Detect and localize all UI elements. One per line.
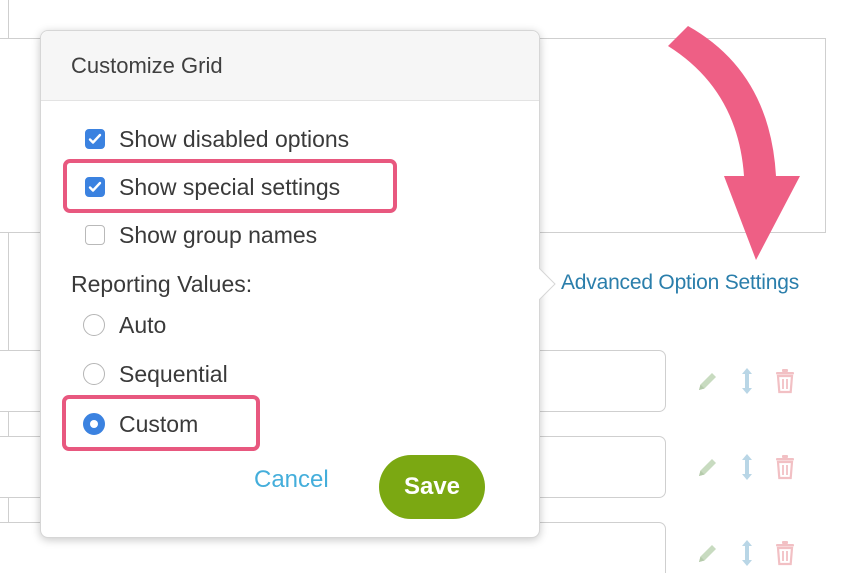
reorder-icon[interactable] (740, 366, 754, 396)
radio-custom-row[interactable]: Custom (83, 409, 198, 439)
checkbox-show-special-settings[interactable] (85, 177, 105, 197)
pencil-icon[interactable] (696, 455, 720, 479)
radio-label: Custom (119, 410, 199, 437)
checkbox-show-group-names[interactable] (85, 225, 105, 245)
checkbox-label: Show special settings (119, 173, 341, 200)
show-disabled-options-row[interactable]: Show disabled options (85, 124, 349, 154)
radio-sequential-row[interactable]: Sequential (83, 359, 228, 389)
show-special-settings-row[interactable]: Show special settings (85, 172, 340, 202)
popover-pointer (539, 268, 556, 300)
checkmark-icon (88, 133, 102, 144)
advanced-option-settings-link[interactable]: Advanced Option Settings (561, 271, 799, 295)
checkbox-label: Show group names (119, 221, 318, 248)
reorder-icon[interactable] (740, 452, 754, 482)
radio-label: Sequential (119, 360, 228, 387)
radio-custom[interactable] (83, 413, 105, 435)
reporting-values-label: Reporting Values: (71, 271, 253, 297)
reorder-icon[interactable] (740, 538, 754, 568)
screen: Advanced Option Settings Customize Grid … (0, 0, 850, 573)
checkbox-show-disabled-options[interactable] (85, 129, 105, 149)
trash-icon[interactable] (774, 540, 796, 566)
radio-sequential[interactable] (83, 363, 105, 385)
show-group-names-row[interactable]: Show group names (85, 220, 317, 250)
checkbox-label: Show disabled options (119, 125, 350, 152)
radio-auto-row[interactable]: Auto (83, 310, 166, 340)
trash-icon[interactable] (774, 454, 796, 480)
row-actions (696, 366, 796, 396)
radio-auto[interactable] (83, 314, 105, 336)
row-actions (696, 538, 796, 568)
cancel-button[interactable]: Cancel (254, 466, 329, 494)
popover-title: Customize Grid (41, 31, 539, 101)
row-actions (696, 452, 796, 482)
save-button[interactable]: Save (379, 455, 485, 519)
pencil-icon[interactable] (696, 541, 720, 565)
radio-label: Auto (119, 311, 167, 338)
trash-icon[interactable] (774, 368, 796, 394)
customize-grid-popover: Customize Grid Show disabled options Sho… (40, 30, 540, 538)
checkmark-icon (88, 181, 102, 192)
pencil-icon[interactable] (696, 369, 720, 393)
